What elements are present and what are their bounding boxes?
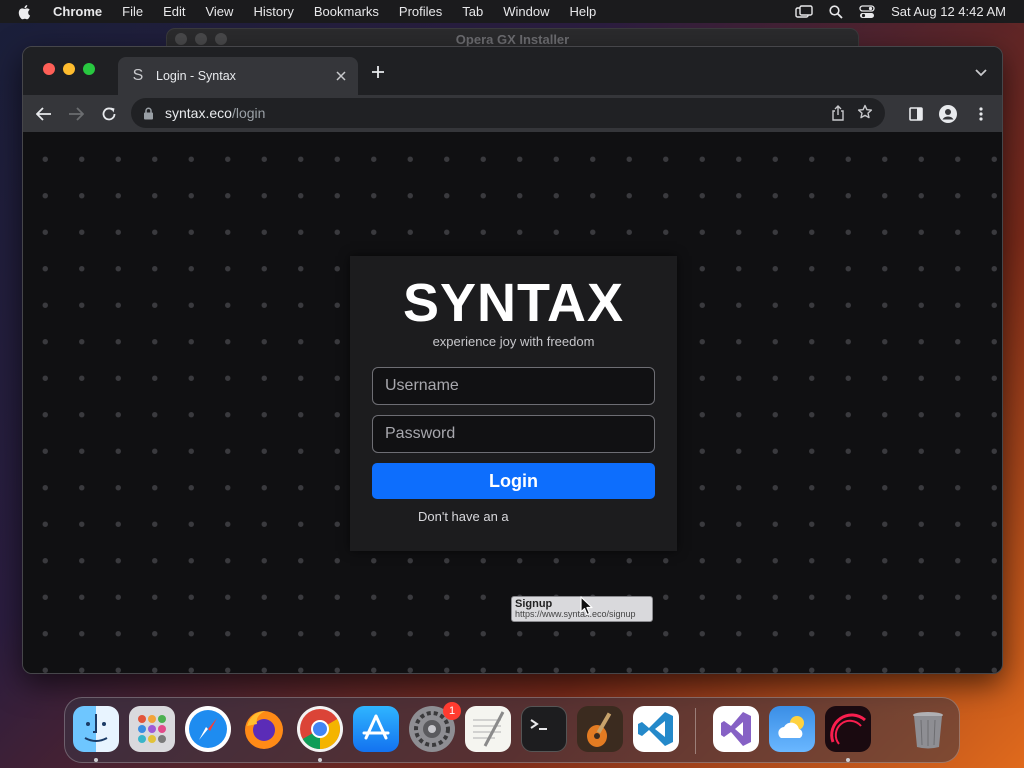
menu-bookmarks[interactable]: Bookmarks xyxy=(314,4,379,19)
signup-prompt: Don't have an a xyxy=(418,509,509,524)
tagline: experience joy with freedom xyxy=(432,334,595,349)
url-text[interactable]: syntax.eco/login xyxy=(165,105,265,121)
textedit-icon[interactable] xyxy=(465,706,511,752)
menu-window[interactable]: Window xyxy=(503,4,549,19)
username-input[interactable] xyxy=(372,367,655,405)
visual-studio-icon[interactable] xyxy=(713,706,759,752)
mouse-pointer-icon xyxy=(580,596,594,616)
brand-logo-text: SYNTAX xyxy=(402,273,625,333)
background-window-title: Opera GX Installer xyxy=(455,32,570,47)
opera-gx-running-indicator xyxy=(846,758,850,762)
screen-mirroring-icon[interactable] xyxy=(795,4,813,19)
safari-icon[interactable] xyxy=(185,706,231,752)
firefox-icon[interactable] xyxy=(241,706,287,752)
terminal-icon[interactable] xyxy=(521,706,567,752)
chrome-running-indicator xyxy=(318,758,322,762)
apple-menu-icon[interactable] xyxy=(17,4,37,20)
back-arrow-icon[interactable] xyxy=(34,104,54,124)
spotlight-search-icon[interactable] xyxy=(829,4,843,19)
menu-edit[interactable]: Edit xyxy=(163,4,185,19)
close-window-icon[interactable] xyxy=(43,63,55,75)
minimize-window-icon[interactable] xyxy=(63,63,75,75)
more-options-kebab-icon[interactable] xyxy=(971,104,991,124)
vscode-icon[interactable] xyxy=(633,706,679,752)
browser-window: S Login - Syntax syntax.eco/login SYNTAX… xyxy=(22,46,1003,674)
close-tab-icon[interactable] xyxy=(332,68,350,84)
forward-arrow-icon[interactable] xyxy=(66,104,86,124)
chrome-icon[interactable] xyxy=(297,706,343,752)
garageband-icon[interactable] xyxy=(577,706,623,752)
share-icon[interactable] xyxy=(831,105,847,121)
side-panel-icon[interactable] xyxy=(906,104,926,124)
dock: 1 xyxy=(64,697,960,763)
tab-search-chevron-down-icon[interactable] xyxy=(974,65,988,79)
menu-file[interactable]: File xyxy=(122,4,143,19)
tab-strip: S Login - Syntax xyxy=(23,47,1002,95)
menu-history[interactable]: History xyxy=(253,4,293,19)
menu-view[interactable]: View xyxy=(205,4,233,19)
url-path: /login xyxy=(231,105,266,121)
launchpad-icon[interactable] xyxy=(129,706,175,752)
opera-gx-icon[interactable] xyxy=(825,706,871,752)
notification-badge: 1 xyxy=(443,702,461,720)
finder-icon[interactable] xyxy=(73,706,119,752)
weather-icon[interactable] xyxy=(769,706,815,752)
tab-login-syntax[interactable]: S Login - Syntax xyxy=(118,57,358,95)
app-store-icon[interactable] xyxy=(353,706,399,752)
window-controls xyxy=(43,63,95,75)
menubar-clock[interactable]: Sat Aug 12 4:42 AM xyxy=(891,4,1006,19)
syntax-favicon-icon: S xyxy=(132,67,144,84)
page-viewport: SYNTAX experience joy with freedom Login… xyxy=(23,132,1002,673)
menu-bar: Chrome File Edit View History Bookmarks … xyxy=(0,0,1024,23)
bookmark-star-icon[interactable] xyxy=(857,104,875,122)
url-host: syntax.eco xyxy=(165,105,232,121)
profile-avatar-icon[interactable] xyxy=(938,104,958,124)
menu-app-name[interactable]: Chrome xyxy=(53,4,102,19)
new-tab-plus-icon[interactable] xyxy=(368,63,388,83)
trash-icon[interactable] xyxy=(905,706,951,752)
address-bar[interactable]: syntax.eco/login xyxy=(131,98,885,128)
menu-help[interactable]: Help xyxy=(570,4,597,19)
menu-tab[interactable]: Tab xyxy=(462,4,483,19)
password-input[interactable] xyxy=(372,415,655,453)
login-button[interactable]: Login xyxy=(372,463,655,499)
tab-title: Login - Syntax xyxy=(156,69,236,83)
control-center-icon[interactable] xyxy=(859,4,875,19)
login-card: SYNTAX experience joy with freedom Login… xyxy=(350,256,677,551)
menu-profiles[interactable]: Profiles xyxy=(399,4,442,19)
lock-icon[interactable] xyxy=(143,106,157,120)
browser-toolbar: syntax.eco/login xyxy=(23,95,1002,132)
zoom-window-icon[interactable] xyxy=(83,63,95,75)
dock-separator xyxy=(695,708,696,754)
finder-running-indicator xyxy=(94,758,98,762)
reload-icon[interactable] xyxy=(99,104,119,124)
